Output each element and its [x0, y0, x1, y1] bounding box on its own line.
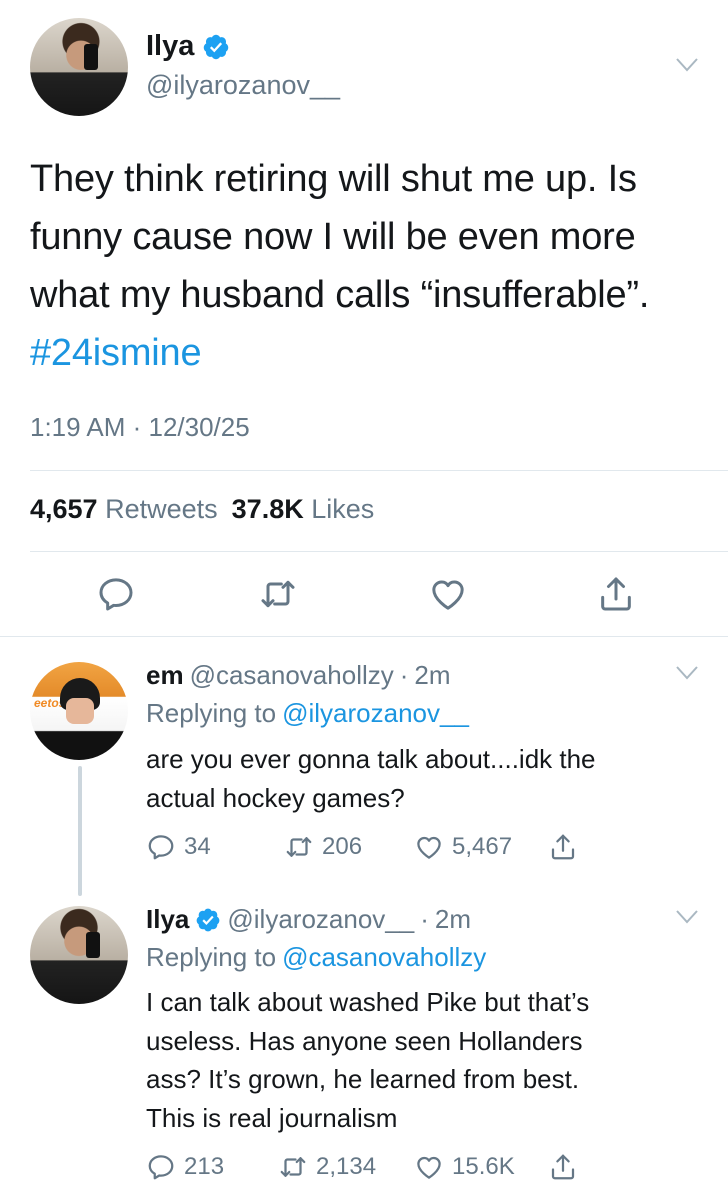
reply-author-handle[interactable]: @ilyarozanov__ — [227, 904, 414, 935]
reply-text-line: actual hockey games? — [146, 782, 405, 813]
chevron-down-icon[interactable] — [676, 58, 698, 72]
like-icon — [417, 1156, 441, 1179]
author-name[interactable]: Ilya — [146, 30, 230, 63]
reply-count: 34 — [184, 833, 211, 860]
reply-text: I can talk about washed Pike but that’s … — [146, 983, 706, 1137]
reply-icon — [148, 835, 174, 860]
likes-count: 37.8K — [231, 494, 304, 524]
likes-stat[interactable]: 37.8K Likes — [232, 494, 375, 525]
reply-author-name[interactable]: em — [146, 660, 184, 691]
reply-icon — [148, 1155, 174, 1180]
reply-header: Ilya @ilyarozanov__ · 2m — [146, 904, 471, 935]
verified-badge-icon — [202, 33, 230, 61]
separator-dot: · — [420, 904, 429, 934]
hashtag-link[interactable]: #24ismine — [30, 324, 710, 382]
retweets-count: 4,657 — [30, 494, 98, 524]
replying-to: Replying to @ilyarozanov__ — [146, 698, 469, 729]
separator — [0, 636, 728, 637]
retweet-icon[interactable] — [258, 574, 298, 614]
reply-time[interactable]: 2m — [414, 660, 450, 691]
likes-label: Likes — [311, 494, 375, 524]
separator-dot: · — [399, 660, 409, 690]
divider — [30, 551, 728, 552]
retweet-count: 206 — [322, 833, 363, 860]
like-button[interactable]: 15.6K — [414, 1152, 515, 1182]
share-icon — [551, 1154, 575, 1180]
retweet-icon — [286, 837, 312, 857]
author-name-text[interactable]: Ilya — [146, 30, 194, 63]
divider — [30, 470, 728, 471]
tweet-stats: 4,657 Retweets 37.8K Likes — [30, 494, 374, 525]
like-count: 15.6K — [452, 1153, 515, 1180]
replying-to: Replying to @casanovahollzy — [146, 942, 486, 973]
reply-avatar[interactable] — [30, 906, 128, 1004]
tweet-text-line: They think retiring will shut me up. Is — [30, 158, 637, 200]
reply-avatar[interactable]: eetos — [30, 662, 128, 760]
chevron-down-icon[interactable] — [676, 666, 698, 680]
reply-count: 213 — [184, 1153, 225, 1180]
replying-to-handle[interactable]: @ilyarozanov__ — [282, 698, 469, 729]
chevron-down-icon[interactable] — [676, 910, 698, 924]
share-icon[interactable] — [596, 574, 636, 614]
retweet-button[interactable]: 206 — [284, 832, 362, 862]
like-button[interactable]: 5,467 — [414, 832, 512, 862]
like-count: 5,467 — [452, 833, 513, 860]
reply-text-line: I can talk about washed Pike but that’s — [146, 987, 590, 1017]
retweet-count: 2,134 — [316, 1153, 377, 1180]
reply-text: are you ever gonna talk about....idk the… — [146, 740, 706, 817]
reply-text-line: are you ever gonna talk about....idk the — [146, 744, 596, 774]
like-icon — [417, 836, 441, 859]
author-avatar[interactable] — [30, 18, 128, 116]
replying-to-label: Replying to — [146, 942, 277, 972]
like-icon[interactable] — [428, 574, 468, 614]
thread-connector — [78, 766, 82, 896]
share-icon — [551, 834, 575, 860]
tweet-text-line: funny cause now I will be even more — [30, 216, 636, 258]
reply-button[interactable]: 34 — [146, 832, 211, 862]
reply-icon[interactable] — [96, 574, 136, 614]
tweet-text-line: what my husband calls “insufferable”. — [30, 274, 650, 316]
retweets-label: Retweets — [105, 494, 218, 524]
reply-button[interactable]: 213 — [146, 1152, 224, 1182]
retweet-button[interactable]: 2,134 — [278, 1152, 376, 1182]
reply-author-name[interactable]: Ilya — [146, 904, 189, 935]
author-handle[interactable]: @ilyarozanov__ — [146, 70, 340, 101]
reply-text-line: ass? It’s grown, he learned from best. — [146, 1064, 580, 1094]
share-button[interactable] — [548, 1152, 578, 1182]
replying-to-handle[interactable]: @casanovahollzy — [282, 942, 486, 973]
tweet-text: They think retiring will shut me up. Is … — [30, 150, 710, 382]
replying-to-label: Replying to — [146, 698, 277, 728]
reply-author-handle[interactable]: @casanovahollzy — [190, 660, 394, 691]
reply-text-line: useless. Has anyone seen Hollanders — [146, 1025, 583, 1056]
verified-badge-icon — [195, 907, 221, 933]
tweet-timestamp[interactable]: 1:19 AM · 12/30/25 — [30, 412, 250, 443]
reply-text-line: This is real journalism — [146, 1102, 398, 1133]
reply-time[interactable]: 2m — [435, 904, 471, 935]
reply-header: em @casanovahollzy · 2m — [146, 660, 451, 691]
retweet-icon — [280, 1157, 306, 1177]
share-button[interactable] — [548, 832, 578, 862]
retweets-stat[interactable]: 4,657 Retweets — [30, 494, 218, 525]
